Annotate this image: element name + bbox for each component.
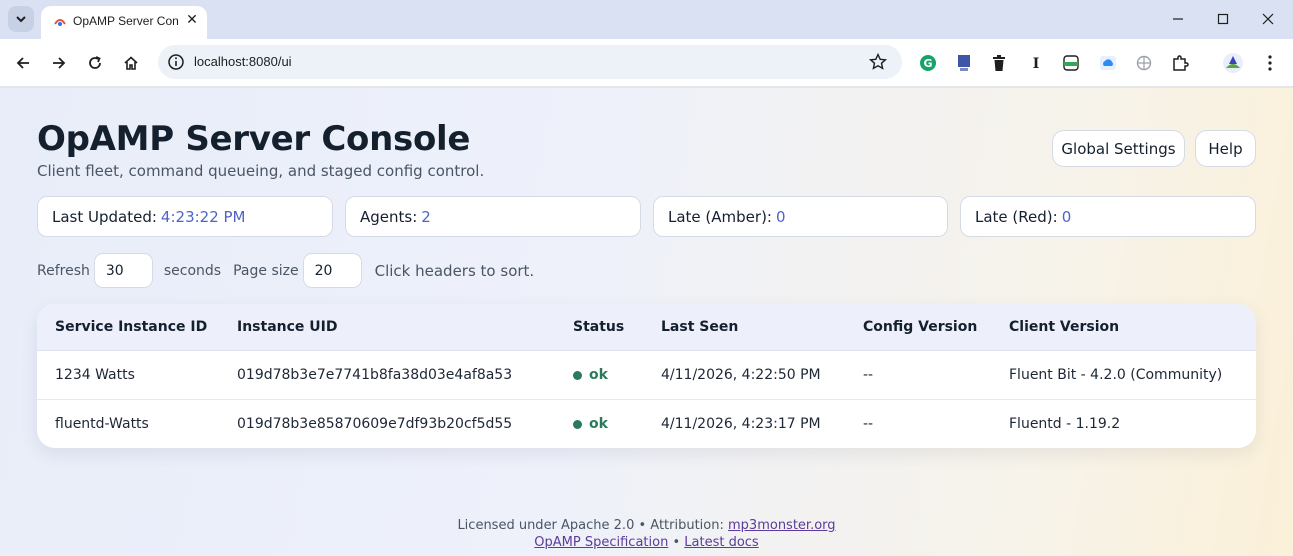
status-dot-icon bbox=[573, 419, 582, 429]
column-header-status[interactable]: Status bbox=[573, 319, 624, 335]
forward-button[interactable] bbox=[45, 49, 73, 77]
tab-search-button[interactable] bbox=[8, 6, 34, 32]
stat-late-red: Late (Red): 0 bbox=[960, 196, 1256, 237]
refresh-interval-input[interactable] bbox=[93, 253, 153, 288]
grammarly-extension-icon[interactable]: G bbox=[917, 52, 939, 74]
stat-label: Agents: bbox=[360, 207, 418, 226]
stat-value: 0 bbox=[775, 207, 786, 226]
table-header: Service Instance ID Instance UID Status … bbox=[37, 304, 1256, 351]
cell-last-seen: 4/11/2026, 4:22:50 PM bbox=[661, 367, 821, 383]
status-dot-icon bbox=[573, 370, 582, 380]
globe-extension-icon[interactable] bbox=[1133, 52, 1155, 74]
status-badge: ok bbox=[573, 416, 608, 432]
stat-late-amber: Late (Amber): 0 bbox=[653, 196, 948, 237]
cell-instance-uid: 019d78b3e7e7741b8fa38d03e4af8a53 bbox=[237, 367, 513, 383]
page-title: OpAMP Server Console bbox=[37, 119, 471, 159]
column-header-instance-uid[interactable]: Instance UID bbox=[237, 319, 337, 335]
home-button[interactable] bbox=[117, 49, 145, 77]
cell-service-id: 1234 Watts bbox=[55, 367, 135, 383]
agents-table: Service Instance ID Instance UID Status … bbox=[37, 304, 1256, 448]
address-url[interactable]: localhost:8080/ui bbox=[194, 54, 292, 69]
minimize-icon bbox=[1173, 18, 1183, 20]
arrow-right-icon bbox=[53, 57, 66, 69]
arrow-left-icon bbox=[16, 57, 29, 69]
page-size-input[interactable] bbox=[302, 253, 362, 288]
table-row[interactable]: fluentd-Watts 019d78b3e85870609e7df93b20… bbox=[37, 401, 1256, 448]
reload-button[interactable] bbox=[81, 49, 109, 77]
sort-hint: Click headers to sort. bbox=[374, 261, 535, 280]
text-extension-icon[interactable]: I bbox=[1025, 52, 1047, 74]
close-window-button[interactable] bbox=[1253, 6, 1283, 32]
cell-instance-uid: 019d78b3e85870609e7df93b20cf5d55 bbox=[237, 416, 513, 432]
footer-license-line: Licensed under Apache 2.0 • Attribution:… bbox=[0, 517, 1293, 534]
seconds-label: seconds bbox=[163, 262, 222, 279]
stat-value: 4:23:22 PM bbox=[160, 207, 246, 226]
attribution-link[interactable]: mp3monster.org bbox=[728, 518, 836, 533]
help-button[interactable]: Help bbox=[1195, 130, 1256, 167]
back-button[interactable] bbox=[9, 49, 37, 77]
footer-separator: • bbox=[672, 535, 681, 550]
column-header-last-seen[interactable]: Last Seen bbox=[661, 319, 738, 335]
bookmark-star-icon[interactable] bbox=[868, 52, 888, 72]
cell-config-version: -- bbox=[863, 367, 874, 383]
tab-close-icon[interactable]: ✕ bbox=[183, 11, 201, 29]
opamp-spec-link[interactable]: OpAMP Specification bbox=[534, 535, 668, 550]
browser-tabstrip: OpAMP Server Con ✕ bbox=[0, 0, 1293, 39]
stat-value: 2 bbox=[421, 207, 431, 226]
stat-label: Last Updated: bbox=[52, 207, 157, 226]
status-text: ok bbox=[589, 367, 608, 383]
reload-icon bbox=[89, 56, 101, 69]
browser-tab[interactable]: OpAMP Server Con ✕ bbox=[41, 6, 207, 39]
cloud-extension-icon[interactable] bbox=[1097, 52, 1119, 74]
table-controls: Refresh seconds Page size Click headers … bbox=[37, 253, 534, 288]
cell-client-version: Fluent Bit - 4.2.0 (Community) bbox=[1009, 367, 1223, 383]
global-settings-button[interactable]: Global Settings bbox=[1052, 130, 1185, 167]
shield-extension-icon[interactable] bbox=[953, 52, 975, 74]
site-info-icon[interactable] bbox=[166, 52, 186, 72]
status-text: ok bbox=[589, 416, 608, 432]
stat-last-updated: Last Updated: 4:23:22 PM bbox=[37, 196, 333, 237]
puzzle-extensions-icon[interactable] bbox=[1169, 52, 1191, 74]
latest-docs-link[interactable]: Latest docs bbox=[684, 535, 758, 550]
cell-service-id: fluentd-Watts bbox=[55, 416, 149, 432]
chevron-down-icon bbox=[16, 16, 26, 23]
close-icon bbox=[1262, 13, 1274, 25]
cell-client-version: Fluentd - 1.19.2 bbox=[1009, 416, 1121, 432]
svg-text:G: G bbox=[923, 57, 932, 70]
opamp-favicon-icon bbox=[54, 19, 66, 26]
stat-value: 0 bbox=[1061, 207, 1072, 226]
column-header-config-version[interactable]: Config Version bbox=[863, 319, 977, 335]
refresh-label: Refresh bbox=[37, 262, 90, 279]
footer-links-line: OpAMP Specification • Latest docs bbox=[0, 534, 1293, 551]
address-bar[interactable]: localhost:8080/ui bbox=[158, 45, 902, 79]
page-subtitle: Client fleet, command queueing, and stag… bbox=[37, 162, 485, 180]
page-footer: Licensed under Apache 2.0 • Attribution:… bbox=[0, 517, 1293, 551]
stat-agents: Agents: 2 bbox=[345, 196, 641, 237]
license-text: Licensed under Apache 2.0 • Attribution: bbox=[457, 518, 724, 533]
minimize-button[interactable] bbox=[1163, 6, 1193, 32]
browser-menu-icon[interactable] bbox=[1259, 52, 1281, 74]
robot-extension-icon[interactable] bbox=[1060, 52, 1082, 74]
page-content: OpAMP Server Console Client fleet, comma… bbox=[0, 88, 1293, 556]
profile-avatar-icon[interactable] bbox=[1222, 52, 1244, 74]
stat-label: Late (Red): bbox=[975, 207, 1058, 226]
tab-title: OpAMP Server Con bbox=[73, 14, 179, 28]
column-header-client-version[interactable]: Client Version bbox=[1009, 319, 1119, 335]
home-icon bbox=[124, 56, 138, 70]
status-badge: ok bbox=[573, 367, 608, 383]
cell-last-seen: 4/11/2026, 4:23:17 PM bbox=[661, 416, 821, 432]
stat-label: Late (Amber): bbox=[668, 207, 772, 226]
cell-config-version: -- bbox=[863, 416, 874, 432]
browser-toolbar: localhost:8080/ui G I bbox=[0, 39, 1293, 87]
svg-text:I: I bbox=[1033, 56, 1040, 71]
trash-extension-icon[interactable] bbox=[988, 52, 1010, 74]
maximize-icon bbox=[1217, 13, 1229, 25]
page-size-label: Page size bbox=[233, 262, 299, 279]
table-row[interactable]: 1234 Watts 019d78b3e7e7741b8fa38d03e4af8… bbox=[37, 352, 1256, 400]
column-header-service-id[interactable]: Service Instance ID bbox=[55, 319, 207, 335]
maximize-button[interactable] bbox=[1208, 6, 1238, 32]
